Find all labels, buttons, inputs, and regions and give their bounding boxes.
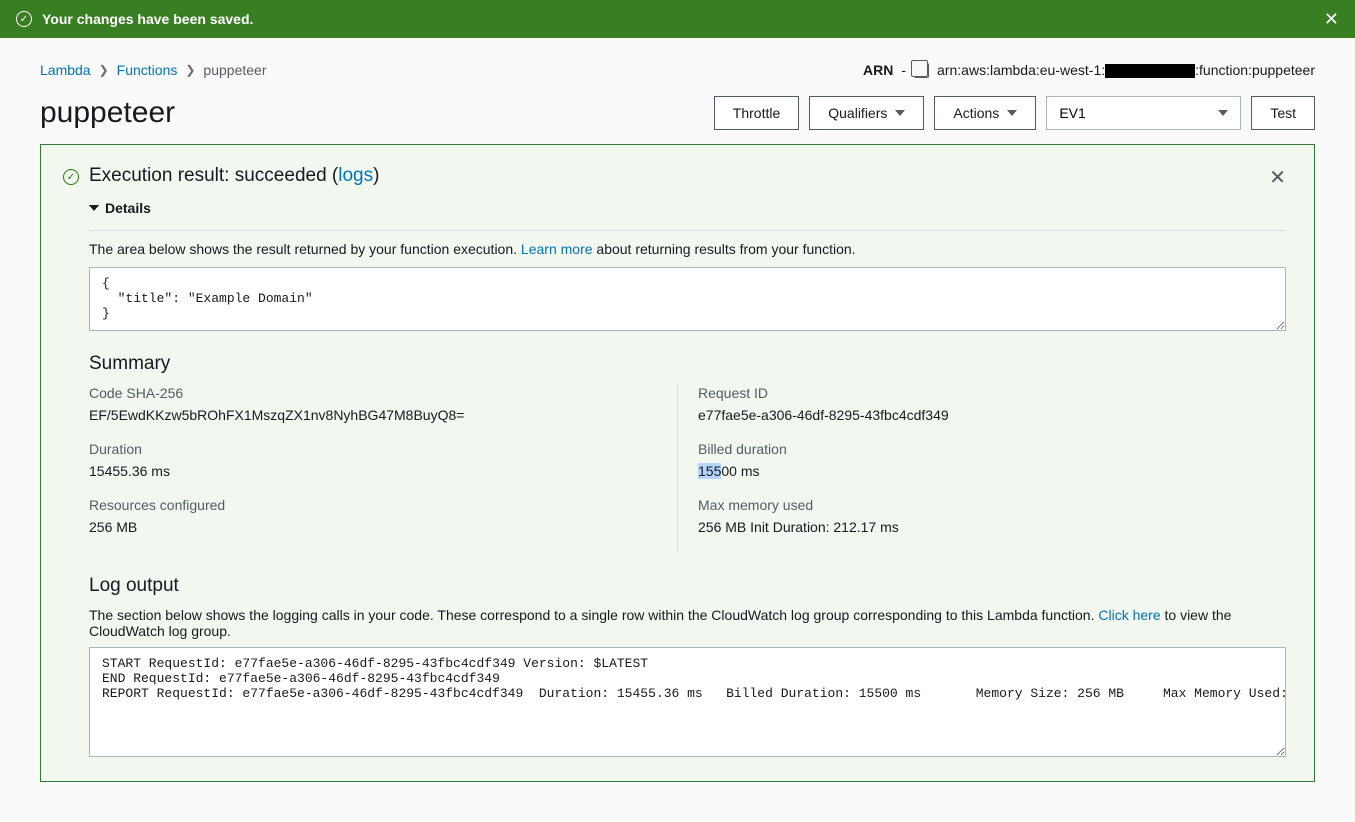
summary-code-sha: Code SHA-256 EF/5EwdKKzw5bROhFX1MszqZX1n… — [89, 385, 657, 423]
breadcrumb-lambda[interactable]: Lambda — [40, 62, 91, 78]
arn-block: ARN - arn:aws:lambda:eu-west-1::function… — [863, 62, 1315, 78]
log-output-heading: Log output — [89, 575, 1286, 597]
header-row: Lambda ❯ Functions ❯ puppeteer ARN - arn… — [40, 58, 1315, 96]
caret-down-icon — [895, 110, 905, 116]
check-circle-icon: ✓ — [16, 11, 32, 27]
redacted-account-id — [1105, 64, 1195, 78]
summary-col-left: Code SHA-256 EF/5EwdKKzw5bROhFX1MszqZX1n… — [89, 385, 678, 553]
details-label: Details — [105, 200, 151, 216]
log-output-desc: The section below shows the logging call… — [89, 607, 1286, 639]
title-row: puppeteer Throttle Qualifiers Actions EV… — [40, 96, 1315, 130]
test-event-select[interactable]: EV1 — [1046, 96, 1241, 130]
summary-resources: Resources configured 256 MB — [89, 497, 657, 535]
details-body: The area below shows the result returned… — [89, 230, 1286, 757]
execution-result-heading: Execution result: succeeded (logs) — [89, 165, 379, 187]
learn-more-link[interactable]: Learn more — [521, 241, 593, 257]
caret-down-icon — [1218, 110, 1228, 116]
arn-value: arn:aws:lambda:eu-west-1::function:puppe… — [937, 62, 1315, 78]
summary-col-right: Request ID e77fae5e-a306-46df-8295-43fbc… — [678, 385, 1286, 553]
result-hint: The area below shows the result returned… — [89, 241, 1286, 257]
flash-saved-banner: ✓ Your changes have been saved. ✕ — [0, 0, 1355, 38]
function-title: puppeteer — [40, 96, 175, 130]
summary-heading: Summary — [89, 353, 1286, 375]
flash-message: Your changes have been saved. — [42, 11, 253, 27]
test-button[interactable]: Test — [1251, 96, 1315, 130]
arn-label: ARN — [863, 62, 893, 78]
actions-dropdown[interactable]: Actions — [934, 96, 1036, 130]
chevron-right-icon: ❯ — [99, 63, 109, 77]
details-toggle[interactable]: Details — [89, 200, 151, 216]
triangle-down-icon — [89, 205, 99, 211]
caret-down-icon — [1007, 110, 1017, 116]
chevron-right-icon: ❯ — [185, 63, 195, 77]
close-panel-button[interactable]: ✕ — [1269, 165, 1286, 190]
breadcrumb-functions[interactable]: Functions — [117, 62, 178, 78]
copy-icon[interactable] — [914, 63, 929, 78]
summary-request-id: Request ID e77fae5e-a306-46df-8295-43fbc… — [698, 385, 1266, 423]
cloudwatch-link[interactable]: Click here — [1098, 607, 1160, 623]
divider — [89, 230, 1286, 231]
summary-grid: Code SHA-256 EF/5EwdKKzw5bROhFX1MszqZX1n… — [89, 385, 1286, 553]
breadcrumb: Lambda ❯ Functions ❯ puppeteer — [40, 62, 266, 78]
execution-result-panel: ✓ Execution result: succeeded (logs) ✕ D… — [40, 144, 1315, 782]
breadcrumb-current: puppeteer — [203, 62, 266, 78]
throttle-button[interactable]: Throttle — [714, 96, 799, 130]
execution-header: ✓ Execution result: succeeded (logs) ✕ — [63, 165, 1286, 190]
flash-close-button[interactable]: ✕ — [1324, 9, 1339, 30]
summary-billed-duration: Billed duration 15500 ms — [698, 441, 1266, 479]
log-output-box[interactable]: START RequestId: e77fae5e-a306-46df-8295… — [89, 647, 1286, 757]
action-bar: Throttle Qualifiers Actions EV1 Test — [714, 96, 1315, 130]
arn-separator: - — [901, 62, 906, 78]
result-json-box[interactable]: { "title": "Example Domain" } — [89, 267, 1286, 331]
logs-link[interactable]: logs — [338, 165, 373, 186]
success-icon: ✓ — [63, 169, 79, 185]
summary-duration: Duration 15455.36 ms — [89, 441, 657, 479]
summary-max-memory: Max memory used 256 MB Init Duration: 21… — [698, 497, 1266, 535]
qualifiers-dropdown[interactable]: Qualifiers — [809, 96, 924, 130]
highlighted-text: 155 — [698, 463, 721, 479]
